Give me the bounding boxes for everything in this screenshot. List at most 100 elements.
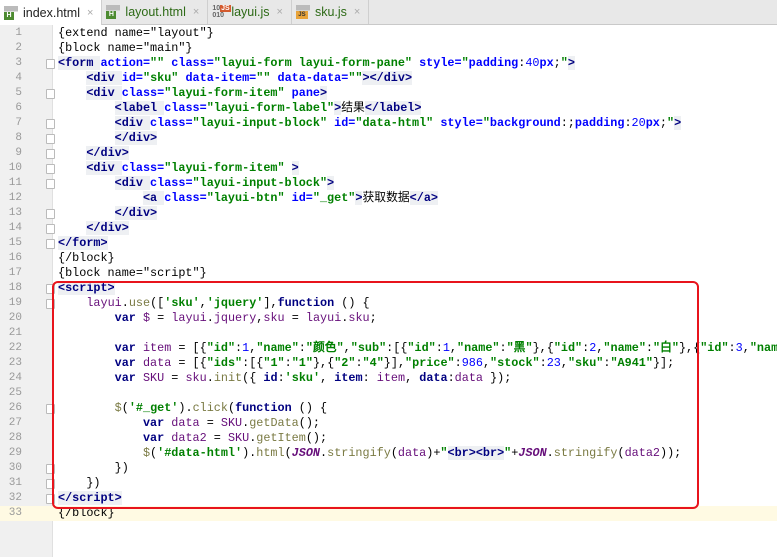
code-token: <form (58, 56, 101, 70)
code-token: data-data= (277, 71, 349, 85)
code-token: "name" (256, 341, 299, 355)
code-line[interactable]: 33 {/block} (0, 506, 777, 521)
line-number: 2 (15, 42, 22, 54)
fold-marker-icon[interactable] (46, 89, 55, 99)
code-line[interactable]: 24 var SKU = sku.init({ id:'sku', item: … (0, 371, 777, 386)
code-token: class= (121, 161, 165, 175)
fold-marker-icon[interactable] (46, 299, 55, 309)
fold-marker-icon[interactable] (46, 209, 55, 219)
code-line[interactable]: 31 }) (0, 476, 777, 491)
code-text: <script> (58, 281, 115, 296)
code-token: "黑" (506, 341, 533, 355)
tab-layout-html[interactable]: layout.html × (102, 0, 209, 24)
code-token: :; (560, 116, 575, 130)
fold-marker-icon[interactable] (46, 284, 55, 294)
code-text: </div> (58, 131, 158, 146)
code-line[interactable]: 4 <div id="sku" data-item="" data-data="… (0, 71, 777, 86)
code-text: <div class="layui-input-block"> (58, 176, 335, 191)
code-line[interactable]: 8 </div> (0, 131, 777, 146)
code-line[interactable]: 15 </form> (0, 236, 777, 251)
code-line[interactable]: 12 <a class="layui-btn" id="_get">获取数据</… (0, 191, 777, 206)
line-number: 23 (8, 357, 22, 369)
code-token: , (405, 371, 420, 385)
close-tab-icon[interactable]: × (193, 6, 199, 18)
fold-marker-icon[interactable] (46, 224, 55, 234)
code-line[interactable]: 27 var data = SKU.getData(); (0, 416, 777, 431)
code-token: ; (553, 56, 561, 70)
code-line[interactable]: 23 var data = [{"ids":[{"1":"1"},{"2":"4… (0, 356, 777, 371)
code-line[interactable]: 13 </div> (0, 206, 777, 221)
code-token: <div (86, 71, 122, 85)
code-line[interactable]: 16 {/block} (0, 251, 777, 266)
code-line[interactable]: 5 <div class="layui-form-item" pane> (0, 86, 777, 101)
fold-marker-icon[interactable] (46, 464, 55, 474)
fold-marker-icon[interactable] (46, 59, 55, 69)
code-line[interactable]: 20 var $ = layui.jquery,sku = layui.sku; (0, 311, 777, 326)
code-text: var item = [{"id":1,"name":"颜色","sub":[{… (58, 341, 777, 356)
code-token: = (199, 416, 221, 430)
close-tab-icon[interactable]: × (277, 6, 283, 18)
fold-marker-icon[interactable] (46, 404, 55, 414)
code-line[interactable]: 6 <label class="layui-form-label">结果</la… (0, 101, 777, 116)
code-token: : (624, 116, 632, 130)
fold-marker-icon[interactable] (46, 179, 55, 189)
code-text: var SKU = sku.init({ id:'sku', item: ite… (58, 371, 512, 386)
code-line[interactable]: 10 <div class="layui-form-item" > (0, 161, 777, 176)
code-editor[interactable]: 1 {extend name="layout"} 2 {block name="mai… (0, 25, 777, 557)
fold-marker-icon[interactable] (46, 119, 55, 129)
code-token: "layui-form-label" (206, 101, 335, 115)
code-text: </form> (58, 236, 108, 251)
code-text: $('#_get').click(function () { (58, 401, 327, 416)
code-line[interactable]: 32 </script> (0, 491, 777, 506)
code-line[interactable]: 17 {block name="script"} (0, 266, 777, 281)
code-line[interactable]: 26 $('#_get').click(function () { (0, 401, 777, 416)
code-token: "name (749, 341, 777, 355)
code-line[interactable]: 25 (0, 386, 777, 401)
code-token: data (454, 371, 483, 385)
code-line[interactable]: 19 layui.use(['sku','jquery'],function (… (0, 296, 777, 311)
code-line[interactable]: 21 (0, 326, 777, 341)
code-token: "颜色" (305, 341, 344, 355)
code-token: > (567, 56, 575, 70)
code-line[interactable]: 3 <form action="" class="layui-form layui… (0, 56, 777, 71)
line-number: 22 (8, 342, 22, 354)
code-token: $ (142, 446, 151, 460)
fold-marker-icon[interactable] (46, 164, 55, 174)
code-line[interactable]: 14 </div> (0, 221, 777, 236)
code-token: "name" (603, 341, 646, 355)
code-line[interactable]: 2 {block name="main"} (0, 41, 777, 56)
code-line[interactable]: 18 <script> (0, 281, 777, 296)
tab-label: layout.html (125, 5, 186, 19)
fold-marker-icon[interactable] (46, 239, 55, 249)
code-text: </div> (58, 206, 158, 221)
code-line[interactable]: 9 </div> (0, 146, 777, 161)
tab-index-html[interactable]: index.html × (0, 0, 103, 25)
fold-marker-icon[interactable] (46, 494, 55, 504)
code-token: :[{ (242, 356, 264, 370)
code-line[interactable]: 28 var data2 = SKU.getItem(); (0, 431, 777, 446)
code-line[interactable]: 30 }) (0, 461, 777, 476)
tab-layui-js[interactable]: 10JS 010 layui.js × (208, 0, 292, 24)
close-tab-icon[interactable]: × (354, 6, 360, 18)
fold-marker-icon[interactable] (46, 149, 55, 159)
code-line[interactable]: 29 $('#data-html').html(JSON.stringify(d… (0, 446, 777, 461)
code-token: "price" (405, 356, 455, 370)
code-line[interactable]: 22 var item = [{"id":1,"name":"颜色","sub"… (0, 341, 777, 356)
code-token: 986 (461, 356, 483, 370)
code-token: click (192, 401, 228, 415)
line-number: 9 (15, 147, 22, 159)
code-token: . (546, 446, 554, 460)
code-line[interactable]: 11 <div class="layui-input-block"> (0, 176, 777, 191)
tab-sku-js[interactable]: sku.js × (292, 0, 370, 24)
code-line[interactable]: 7 <div class="layui-input-block" id="dat… (0, 116, 777, 131)
fold-marker-icon[interactable] (46, 134, 55, 144)
code-token: background (489, 116, 561, 130)
fold-marker-icon[interactable] (46, 479, 55, 489)
code-token: </div> (86, 221, 129, 235)
close-tab-icon[interactable]: × (87, 7, 93, 19)
code-token: {block name="main"} (58, 41, 193, 55)
code-token: : (298, 341, 306, 355)
code-line[interactable]: 1 {extend name="layout"} (0, 26, 777, 41)
